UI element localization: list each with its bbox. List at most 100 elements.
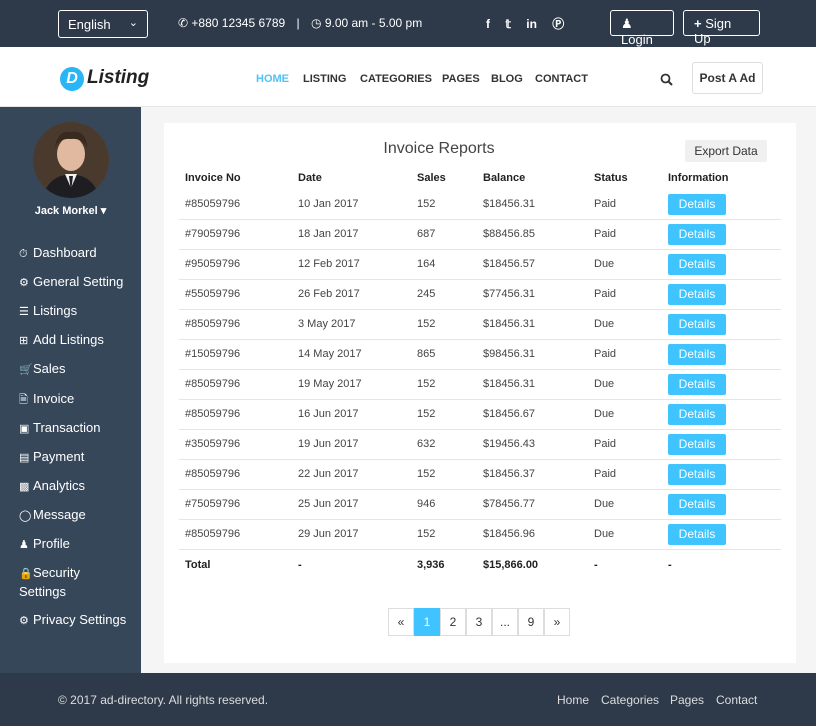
sidebar-item-analytics[interactable]: ▩ Analytics bbox=[19, 477, 129, 496]
sidebar-item-message[interactable]: ◯ Message bbox=[19, 506, 129, 525]
sidebar-item-dashboard[interactable]: ⏱ Dashboard bbox=[19, 244, 129, 263]
cell-invoice-no: #85059796 bbox=[185, 468, 241, 480]
total-information: - bbox=[668, 559, 672, 571]
export-data-button[interactable]: Export Data bbox=[685, 140, 767, 162]
gear-icon: ⚙ bbox=[19, 615, 29, 627]
nav-categories[interactable]: CATEGORIES bbox=[360, 73, 432, 85]
twitter-icon[interactable]: 𝕥 bbox=[505, 17, 511, 31]
cell-date: 10 Jan 2017 bbox=[298, 198, 359, 210]
details-button[interactable]: Details bbox=[668, 314, 726, 335]
cell-invoice-no: #85059796 bbox=[185, 378, 241, 390]
cell-balance: $18456.31 bbox=[483, 318, 535, 330]
list-icon: ☰ bbox=[19, 306, 29, 318]
pagination-prev[interactable]: « bbox=[388, 608, 414, 636]
login-button[interactable]: ♟ Login bbox=[610, 10, 674, 47]
nav-pages[interactable]: PAGES bbox=[442, 73, 480, 85]
cell-balance: $98456.31 bbox=[483, 348, 535, 360]
sidebar-item-listings[interactable]: ☰ Listings bbox=[19, 302, 129, 321]
footer-link-pages[interactable]: Pages bbox=[670, 693, 704, 707]
cell-status: Due bbox=[594, 528, 615, 540]
linkedin-icon[interactable]: in bbox=[526, 17, 537, 31]
pagination-page-1[interactable]: 1 bbox=[414, 608, 440, 636]
signup-button[interactable]: + Sign Up bbox=[683, 10, 760, 46]
opening-hours: 9.00 am - 5.00 pm bbox=[324, 16, 423, 30]
details-button[interactable]: Details bbox=[668, 434, 726, 455]
sidebar-item-profile[interactable]: ♟ Profile bbox=[19, 535, 129, 554]
cell-date: 29 Jun 2017 bbox=[298, 528, 359, 540]
sidebar-item-payment[interactable]: ▤ Payment bbox=[19, 448, 129, 467]
login-label: Login bbox=[621, 32, 653, 47]
file-icon: 🗎 bbox=[19, 394, 28, 406]
cell-sales: 632 bbox=[417, 438, 436, 450]
lock-icon: 🔒 bbox=[19, 568, 33, 580]
sidebar-item-add-listings[interactable]: ⊞ Add Listings bbox=[19, 331, 129, 350]
sidebar-item-label: Dashboard bbox=[33, 245, 97, 260]
user-icon: ♟ bbox=[19, 539, 29, 551]
table-row: #75059796 25 Jun 2017 946 $78456.77 Due Detai… bbox=[179, 490, 781, 520]
details-button[interactable]: Details bbox=[668, 374, 726, 395]
sidebar-item-sales[interactable]: 🛒Sales bbox=[19, 360, 129, 379]
post-ad-button[interactable]: Post A Ad bbox=[692, 62, 763, 94]
sidebar-item-general-setting[interactable]: ⚙ General Setting bbox=[19, 273, 129, 292]
cell-date: 16 Jun 2017 bbox=[298, 408, 359, 420]
cell-balance: $18456.37 bbox=[483, 468, 535, 480]
avatar[interactable] bbox=[33, 122, 109, 198]
facebook-icon[interactable]: f bbox=[486, 17, 490, 31]
details-button[interactable]: Details bbox=[668, 494, 726, 515]
footer-link-categories[interactable]: Categories bbox=[601, 693, 659, 707]
cell-sales: 152 bbox=[417, 408, 436, 420]
search-icon[interactable] bbox=[660, 73, 673, 89]
cell-balance: $18456.31 bbox=[483, 198, 535, 210]
nav-home[interactable]: HOME bbox=[256, 73, 289, 85]
cell-status: Due bbox=[594, 408, 615, 420]
sidebar-item-privacy-settings[interactable]: ⚙ Privacy Settings bbox=[19, 611, 129, 630]
language-value: English bbox=[68, 17, 111, 32]
footer-link-home[interactable]: Home bbox=[557, 693, 589, 707]
nav-contact[interactable]: CONTACT bbox=[535, 73, 588, 85]
details-button[interactable]: Details bbox=[668, 404, 726, 425]
comment-icon: ◯ bbox=[19, 510, 32, 522]
table-row: #85059796 16 Jun 2017 152 $18456.67 Due Detai… bbox=[179, 400, 781, 430]
sidebar-item-label: Listings bbox=[33, 303, 78, 318]
cell-sales: 152 bbox=[417, 198, 436, 210]
user-name-menu[interactable]: Jack Morkel ▾ bbox=[0, 204, 141, 217]
sidebar-item-security-settings[interactable]: 🔒Security Settings bbox=[19, 564, 129, 600]
cell-invoice-no: #55059796 bbox=[185, 288, 241, 300]
details-button[interactable]: Details bbox=[668, 524, 726, 545]
cell-sales: 946 bbox=[417, 498, 436, 510]
pagination-page-9[interactable]: 9 bbox=[518, 608, 544, 636]
gear-icon: ⚙ bbox=[19, 277, 29, 289]
pinterest-icon[interactable]: Ⓟ bbox=[552, 15, 564, 32]
social-links: f 𝕥 in Ⓟ bbox=[486, 15, 576, 32]
pagination-next[interactable]: » bbox=[544, 608, 570, 636]
sidebar-item-label: Analytics bbox=[33, 478, 86, 493]
cell-invoice-no: #35059796 bbox=[185, 438, 241, 450]
details-button[interactable]: Details bbox=[668, 194, 726, 215]
copyright: © 2017 ad-directory. All rights reserved… bbox=[58, 693, 269, 707]
nav-listing[interactable]: LISTING bbox=[303, 73, 346, 85]
logo-mark: D bbox=[60, 67, 84, 91]
details-button[interactable]: Details bbox=[668, 464, 726, 485]
footer-link-contact[interactable]: Contact bbox=[716, 693, 757, 707]
caret-down-icon: ▾ bbox=[100, 205, 107, 217]
details-button[interactable]: Details bbox=[668, 224, 726, 245]
pagination-page-2[interactable]: 2 bbox=[440, 608, 466, 636]
details-button[interactable]: Details bbox=[668, 254, 726, 275]
phone-icon: ✆ bbox=[178, 16, 189, 30]
table-row: #15059796 14 May 2017 865 $98456.31 Paid Deta… bbox=[179, 340, 781, 370]
pagination-page-3[interactable]: 3 bbox=[466, 608, 492, 636]
sidebar-item-label: Privacy Settings bbox=[33, 612, 127, 627]
details-button[interactable]: Details bbox=[668, 284, 726, 305]
sidebar-item-invoice[interactable]: 🗎 Invoice bbox=[19, 390, 129, 409]
sidebar-item-label: Invoice bbox=[33, 391, 75, 406]
cell-status: Due bbox=[594, 378, 615, 390]
sidebar-item-transaction[interactable]: ▣ Transaction bbox=[19, 419, 129, 438]
language-select[interactable]: English ⌄ bbox=[58, 10, 148, 38]
cell-status: Due bbox=[594, 258, 615, 270]
clock-icon: ◷ bbox=[310, 16, 322, 30]
column-header-invoice: Invoice No bbox=[185, 172, 241, 184]
nav-blog[interactable]: BLOG bbox=[491, 73, 523, 85]
sidebar: Jack Morkel ▾ ⏱ Dashboard ⚙ General Settin… bbox=[0, 107, 141, 673]
details-button[interactable]: Details bbox=[668, 344, 726, 365]
phone-number: +880 12345 6789 bbox=[191, 16, 286, 30]
